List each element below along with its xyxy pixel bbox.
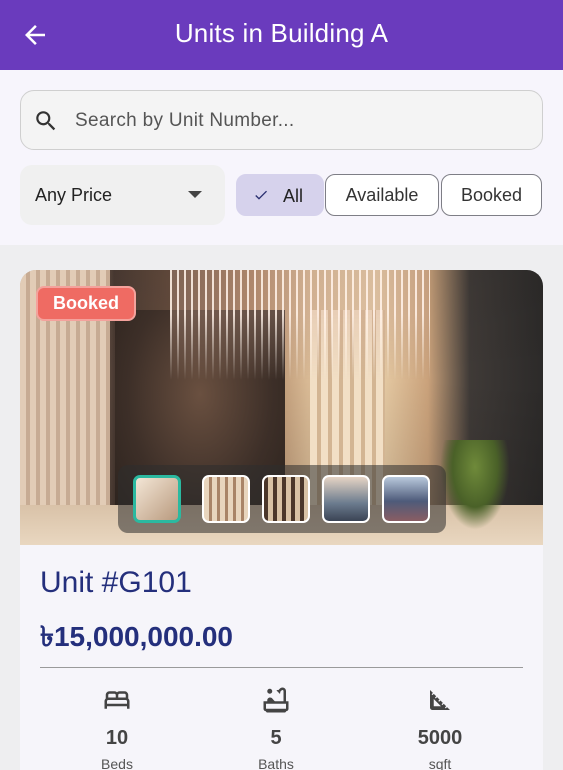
square-foot-icon	[430, 690, 450, 710]
filter-panel: Any Price All Available Booked	[0, 70, 563, 245]
chevron-down-icon	[188, 191, 202, 198]
stat-sqft: 5000 sqft	[380, 685, 500, 770]
gallery-thumbnail[interactable]	[202, 475, 250, 523]
filter-chip-label: Available	[345, 184, 419, 205]
app-bar: Units in Building A	[0, 0, 563, 70]
stat-baths: 5 Baths	[216, 685, 336, 770]
unit-title: Unit #G101	[40, 566, 192, 599]
unit-photo[interactable]: Booked	[20, 270, 543, 545]
page-title: Units in Building A	[174, 18, 389, 48]
bathtub-icon	[263, 687, 289, 713]
bed-icon	[104, 691, 130, 709]
filter-chip-available[interactable]: Available	[325, 174, 439, 216]
price-dropdown[interactable]: Any Price	[20, 165, 225, 225]
filter-chip-booked[interactable]: Booked	[441, 174, 542, 216]
gallery-thumbnail[interactable]	[322, 475, 370, 523]
unit-price: ৳15,000,000.00	[40, 621, 234, 652]
stat-beds: 10 Beds	[57, 685, 177, 770]
gallery-thumbnail[interactable]	[262, 475, 310, 523]
baths-label: Baths	[258, 756, 294, 770]
filter-chip-label: All	[283, 186, 304, 206]
search-box[interactable]	[20, 90, 543, 150]
search-icon	[36, 111, 56, 131]
divider	[40, 667, 523, 668]
filter-chip-label: Booked	[460, 184, 523, 205]
thumbnail-strip	[118, 465, 446, 533]
filter-chip-all[interactable]: All	[236, 174, 324, 216]
price-dropdown-value: Any Price	[35, 185, 113, 205]
gallery-thumbnail[interactable]	[133, 475, 181, 523]
gallery-thumbnail[interactable]	[382, 475, 430, 523]
baths-value: 5	[270, 727, 282, 749]
photo-plant	[440, 440, 510, 530]
unit-card[interactable]: Booked Unit #G101 ৳15,000,000.00 10 Beds…	[20, 270, 543, 770]
check-icon	[255, 190, 267, 200]
sqft-value: 5000	[417, 727, 463, 749]
status-badge: Booked	[36, 286, 136, 321]
sqft-label: sqft	[428, 756, 452, 770]
search-input[interactable]	[75, 105, 515, 137]
photo-chandelier	[170, 270, 430, 380]
beds-value: 10	[105, 727, 129, 749]
beds-label: Beds	[101, 756, 133, 770]
